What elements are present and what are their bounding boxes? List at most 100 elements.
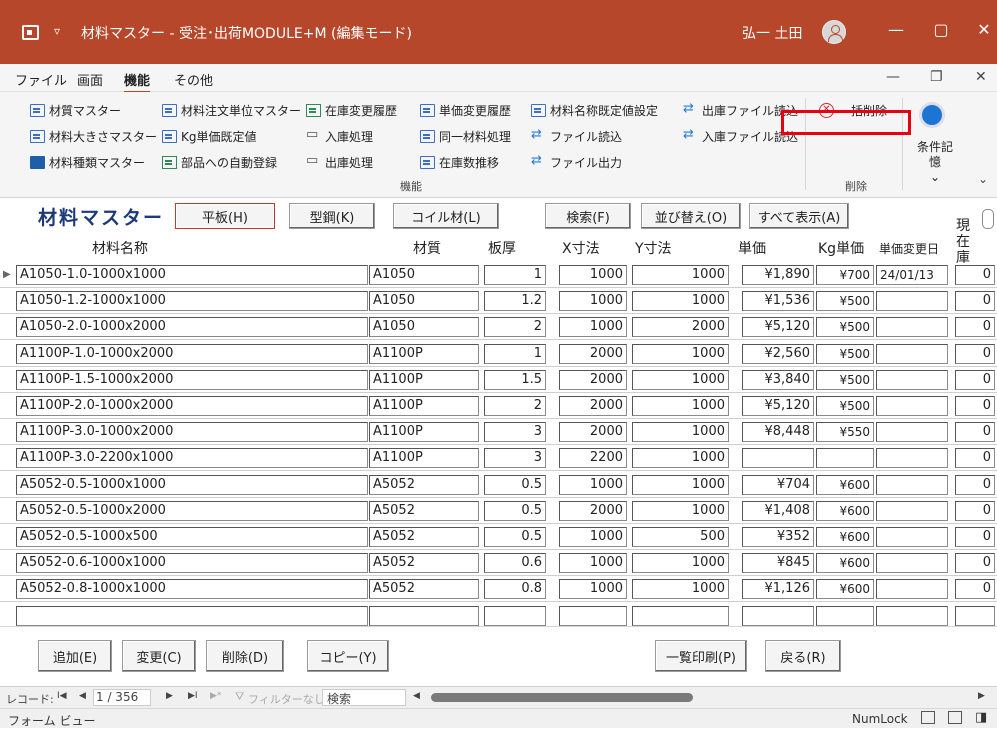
- cell-y[interactable]: 1000: [632, 448, 729, 469]
- cell-material[interactable]: A5052: [369, 553, 479, 574]
- cell-x[interactable]: 1000: [559, 553, 627, 574]
- show-all-button[interactable]: すべて表示(A): [749, 203, 849, 229]
- cell-kg[interactable]: ¥600: [816, 474, 874, 495]
- record-position-input[interactable]: 1 / 356: [93, 689, 151, 706]
- table-row[interactable]: A1050-2.0-1000x2000 A1050 2 1000 2000 ¥5,120 ¥…: [0, 314, 997, 341]
- cell-material[interactable]: A5052: [369, 474, 479, 495]
- cell-material[interactable]: [369, 605, 479, 626]
- cell-stock[interactable]: 0: [955, 500, 995, 521]
- tab-plate[interactable]: 平板(H): [175, 203, 275, 229]
- table-row[interactable]: A5052-0.5-1000x500 A5052 0.5 1000 500 ¥352 ¥60…: [0, 524, 997, 550]
- first-record-button[interactable]: I◀: [57, 691, 67, 701]
- cell-name[interactable]: A1050-1.2-1000x1000: [16, 291, 368, 312]
- table-row[interactable]: A1050-1.2-1000x1000 A1050 1.2 1000 1000 ¥1,53…: [0, 288, 997, 315]
- cell-thickness[interactable]: 0.8: [484, 579, 546, 600]
- cell-x[interactable]: 1000: [559, 527, 627, 547]
- cell-kg[interactable]: ¥500: [816, 291, 874, 312]
- ribbon-material-name-default[interactable]: 材料名称既定値設定: [531, 102, 658, 119]
- ribbon-file-import[interactable]: ファイル読込: [531, 127, 622, 145]
- datasheet-view-icon[interactable]: [948, 711, 962, 724]
- table-row[interactable]: A5052-0.6-1000x1000 A5052 0.6 1000 1000 ¥845 ¥…: [0, 550, 997, 577]
- horizontal-scrollbar[interactable]: [431, 693, 693, 702]
- cell-thickness[interactable]: 0.5: [484, 500, 546, 521]
- cell-date[interactable]: [876, 343, 948, 364]
- cell-kg[interactable]: [816, 605, 874, 626]
- cell-thickness[interactable]: [484, 605, 546, 626]
- cell-name[interactable]: [16, 605, 368, 626]
- doc-minimize-button[interactable]: —: [886, 69, 900, 85]
- table-row[interactable]: [0, 603, 997, 626]
- prev-record-button[interactable]: ◀: [79, 691, 86, 701]
- cell-thickness[interactable]: 0.5: [484, 527, 546, 547]
- cell-stock[interactable]: 0: [955, 369, 995, 390]
- user-name[interactable]: 弘一 土田: [742, 23, 802, 43]
- cell-stock[interactable]: 0: [955, 422, 995, 443]
- tab-shape-steel[interactable]: 型鋼(K): [289, 203, 375, 229]
- cell-x[interactable]: [559, 605, 627, 626]
- cell-kg[interactable]: ¥550: [816, 422, 874, 443]
- table-row[interactable]: A5052-0.5-1000x1000 A5052 0.5 1000 1000 ¥704 ¥…: [0, 472, 997, 498]
- cell-y[interactable]: 1000: [632, 265, 729, 285]
- cell-thickness[interactable]: 0.5: [484, 474, 546, 495]
- cell-price[interactable]: ¥1,890: [742, 265, 814, 285]
- cell-name[interactable]: A5052-0.5-1000x2000: [16, 500, 368, 521]
- cell-stock[interactable]: 0: [955, 265, 995, 285]
- quick-access-dropdown[interactable]: ▿: [54, 24, 60, 38]
- menu-function[interactable]: 機能: [124, 70, 151, 93]
- ribbon-file-export[interactable]: ファイル出力: [531, 153, 622, 171]
- cell-price[interactable]: ¥352: [742, 527, 814, 547]
- ribbon-stock-change-history[interactable]: 在庫変更履歴: [306, 102, 397, 119]
- cell-date[interactable]: [876, 605, 948, 626]
- cell-y[interactable]: 1000: [632, 579, 729, 600]
- search-button[interactable]: 検索(F): [545, 203, 631, 229]
- cell-stock[interactable]: [955, 605, 995, 626]
- cell-x[interactable]: 2000: [559, 422, 627, 443]
- scroll-right-icon[interactable]: ▶: [978, 691, 985, 701]
- cell-x[interactable]: 2000: [559, 396, 627, 416]
- cell-date[interactable]: [876, 396, 948, 416]
- cell-price[interactable]: ¥3,840: [742, 369, 814, 390]
- cell-thickness[interactable]: 2: [484, 317, 546, 338]
- cell-price[interactable]: ¥5,120: [742, 317, 814, 338]
- cell-y[interactable]: 1000: [632, 474, 729, 495]
- cell-material[interactable]: A5052: [369, 579, 479, 600]
- ribbon-material-size-master[interactable]: 材料大きさマスター: [30, 128, 157, 145]
- cell-date[interactable]: [876, 291, 948, 312]
- back-button[interactable]: 戻る(R): [765, 640, 841, 672]
- table-row[interactable]: A1100P-1.0-1000x2000 A1100P 1 2000 1000 ¥2,56…: [0, 341, 997, 367]
- cell-stock[interactable]: 0: [955, 317, 995, 338]
- cell-kg[interactable]: ¥500: [816, 343, 874, 364]
- close-button[interactable]: ✕: [972, 20, 996, 39]
- cell-material[interactable]: A1050: [369, 265, 479, 285]
- cell-date[interactable]: [876, 553, 948, 574]
- cell-date[interactable]: [876, 579, 948, 600]
- table-row[interactable]: A1100P-1.5-1000x2000 A1100P 1.5 2000 1000 ¥3,…: [0, 367, 997, 393]
- cell-material[interactable]: A1100P: [369, 422, 479, 443]
- cell-y[interactable]: 2000: [632, 317, 729, 338]
- cell-name[interactable]: A1100P-3.0-2200x1000: [16, 448, 368, 469]
- cell-name[interactable]: A1100P-1.0-1000x2000: [16, 343, 368, 364]
- cell-price[interactable]: ¥1,408: [742, 500, 814, 521]
- cell-thickness[interactable]: 3: [484, 448, 546, 469]
- cell-x[interactable]: 1000: [559, 265, 627, 285]
- table-row[interactable]: A1100P-3.0-2200x1000 A1100P 3 2200 1000 0: [0, 445, 997, 472]
- doc-restore-button[interactable]: ❐: [930, 69, 943, 85]
- cell-thickness[interactable]: 3: [484, 422, 546, 443]
- cell-x[interactable]: 1000: [559, 317, 627, 338]
- cell-name[interactable]: A1100P-3.0-1000x2000: [16, 422, 368, 443]
- cell-material[interactable]: A1050: [369, 291, 479, 312]
- cell-thickness[interactable]: 1: [484, 265, 546, 285]
- table-row[interactable]: A1100P-3.0-1000x2000 A1100P 3 2000 1000 ¥8,44…: [0, 419, 997, 446]
- table-row[interactable]: A1100P-2.0-1000x2000 A1100P 2 2000 1000 ¥5,12…: [0, 393, 997, 419]
- cell-name[interactable]: A1050-1.0-1000x1000: [16, 265, 368, 285]
- cell-x[interactable]: 1000: [559, 579, 627, 600]
- cell-x[interactable]: 1000: [559, 291, 627, 312]
- cell-x[interactable]: 2200: [559, 448, 627, 469]
- cell-price[interactable]: [742, 605, 814, 626]
- cell-stock[interactable]: 0: [955, 527, 995, 547]
- cell-thickness[interactable]: 2: [484, 396, 546, 416]
- ribbon-shipping[interactable]: 出庫処理: [306, 153, 373, 171]
- menu-other[interactable]: その他: [174, 70, 213, 89]
- cell-date[interactable]: [876, 422, 948, 443]
- maximize-button[interactable]: ▢: [929, 20, 953, 39]
